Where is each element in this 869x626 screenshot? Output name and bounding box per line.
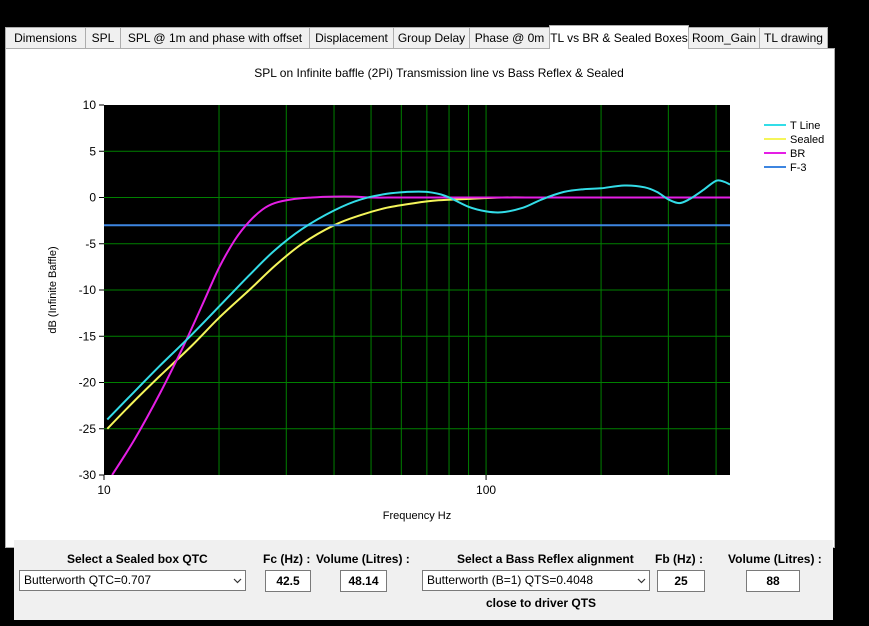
y-tick-label: 10 bbox=[83, 98, 97, 112]
y-tick-label: -30 bbox=[79, 468, 97, 482]
y-tick-label: -20 bbox=[79, 376, 97, 390]
y-tick-label: 5 bbox=[89, 144, 96, 158]
tab-dimensions[interactable]: Dimensions bbox=[5, 27, 86, 48]
sealed-volume-label: Volume (Litres) : bbox=[316, 552, 410, 566]
br-volume-label: Volume (Litres) : bbox=[728, 552, 822, 566]
legend-label-t-line: T Line bbox=[790, 120, 820, 132]
y-tick-label: 0 bbox=[89, 191, 96, 205]
y-tick-label: -25 bbox=[79, 422, 97, 436]
fb-label: Fb (Hz) : bbox=[655, 552, 703, 566]
chevron-down-icon bbox=[233, 578, 242, 584]
application-window: Dimensions SPL SPL @ 1m and phase with o… bbox=[0, 22, 869, 626]
sealed-qtc-value: Butterworth QTC=0.707 bbox=[24, 573, 152, 587]
chevron-down-icon bbox=[637, 578, 646, 584]
br-alignment-value: Butterworth (B=1) QTS=0.4048 bbox=[427, 573, 594, 587]
legend-label-f-3: F-3 bbox=[790, 162, 807, 174]
legend-label-sealed: Sealed bbox=[790, 134, 824, 146]
legend-label-br: BR bbox=[790, 148, 805, 160]
tab-strip: Dimensions SPL SPL @ 1m and phase with o… bbox=[5, 25, 865, 49]
tab-displacement[interactable]: Displacement bbox=[309, 27, 394, 48]
sealed-volume-input[interactable]: 48.14 bbox=[340, 570, 387, 592]
chart-legend: T Line Sealed BR F-3 bbox=[764, 120, 824, 174]
y-tick-label: -15 bbox=[79, 329, 97, 343]
tab-room-gain[interactable]: Room_Gain bbox=[688, 27, 760, 48]
br-alignment-select[interactable]: Butterworth (B=1) QTS=0.4048 bbox=[422, 570, 650, 591]
spl-chart: SPL on Infinite baffle (2Pi) Transmissio… bbox=[47, 66, 824, 522]
tab-tl-vs-br-sealed[interactable]: TL vs BR & Sealed Boxes bbox=[549, 25, 689, 49]
x-tick-label: 100 bbox=[476, 483, 496, 497]
y-tick-label: -10 bbox=[79, 283, 97, 297]
br-alignment-label: Select a Bass Reflex alignment bbox=[457, 552, 634, 566]
tab-phase-0m[interactable]: Phase @ 0m bbox=[469, 27, 550, 48]
sealed-qtc-select[interactable]: Butterworth QTC=0.707 bbox=[19, 570, 246, 591]
tab-spl-1m-phase-offset[interactable]: SPL @ 1m and phase with offset bbox=[120, 27, 310, 48]
fb-input[interactable]: 25 bbox=[657, 570, 705, 592]
fc-label: Fc (Hz) : bbox=[263, 552, 311, 566]
y-tick-label: -5 bbox=[85, 237, 96, 251]
y-axis-label: dB (Infinite Baffle) bbox=[47, 246, 59, 333]
controls-panel: Select a Sealed box QTC Butterworth QTC=… bbox=[14, 540, 833, 620]
y-axis-ticks: 10 5 0 -5 -10 -15 -20 -25 -30 bbox=[79, 98, 104, 482]
br-note: close to driver QTS bbox=[486, 596, 597, 610]
br-volume-input[interactable]: 88 bbox=[746, 570, 800, 592]
tab-panel: SPL on Infinite baffle (2Pi) Transmissio… bbox=[5, 48, 835, 548]
x-axis-label: Frequency Hz bbox=[383, 510, 451, 522]
tab-spl[interactable]: SPL bbox=[85, 27, 121, 48]
x-axis-ticks: 10 100 bbox=[97, 475, 496, 497]
fc-input[interactable]: 42.5 bbox=[265, 570, 311, 592]
tab-tl-drawing[interactable]: TL drawing bbox=[759, 27, 828, 48]
chart-title: SPL on Infinite baffle (2Pi) Transmissio… bbox=[254, 66, 624, 80]
sealed-qtc-label: Select a Sealed box QTC bbox=[67, 552, 208, 566]
tab-group-delay[interactable]: Group Delay bbox=[393, 27, 470, 48]
x-tick-label: 10 bbox=[97, 483, 111, 497]
